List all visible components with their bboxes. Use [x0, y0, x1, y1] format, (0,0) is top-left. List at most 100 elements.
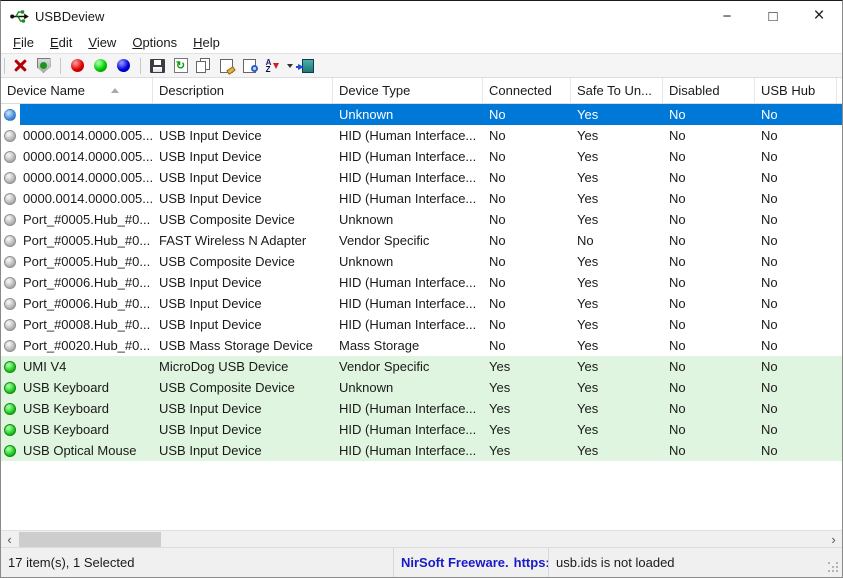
table-row[interactable]: Port_#0008.Hub_#0... USB Input Device HI…: [1, 314, 842, 335]
device-status-icon: [4, 256, 16, 268]
find-icon[interactable]: [240, 57, 259, 75]
menu-options[interactable]: Options: [124, 33, 185, 52]
table-row[interactable]: Port_#0005.Hub_#0... FAST Wireless N Ada…: [1, 230, 842, 251]
cell-safe-to-unplug: Yes: [571, 146, 663, 167]
red-ball-icon[interactable]: [68, 57, 87, 75]
cell-usb-hub: No: [755, 188, 837, 209]
cell-description: USB Input Device: [153, 188, 333, 209]
table-row[interactable]: 0000.0014.0000.005... USB Input Device H…: [1, 146, 842, 167]
table-row[interactable]: USB Optical Mouse USB Input Device HID (…: [1, 440, 842, 461]
refresh-icon[interactable]: [171, 57, 190, 75]
column-device-name[interactable]: Device Name: [1, 78, 153, 103]
cell-device-name: USB Keyboard: [20, 398, 153, 419]
cell-device-name: 0000.0014.0000.005...: [20, 188, 153, 209]
shield-icon[interactable]: [34, 57, 53, 75]
cell-safe-to-unplug: Yes: [571, 377, 663, 398]
cell-usb-hub: No: [755, 146, 837, 167]
menu-view[interactable]: View: [80, 33, 124, 52]
device-status-icon: [4, 361, 16, 373]
table-row[interactable]: 0000.0014.0000.005... USB Input Device H…: [1, 188, 842, 209]
table-row[interactable]: Port_#0006.Hub_#0... USB Input Device HI…: [1, 293, 842, 314]
table-row[interactable]: USB Keyboard USB Input Device HID (Human…: [1, 419, 842, 440]
table-row[interactable]: UMI V4 MicroDog USB Device Vendor Specif…: [1, 356, 842, 377]
cell-device-name: 0000.0014.0000.005...: [20, 146, 153, 167]
sort-dropdown-icon[interactable]: [287, 64, 293, 68]
cell-usb-hub: No: [755, 251, 837, 272]
cell-safe-to-unplug: Yes: [571, 272, 663, 293]
cell-usb-hub: No: [755, 440, 837, 461]
table-row[interactable]: Port_#0006.Hub_#0... USB Input Device HI…: [1, 272, 842, 293]
cell-description: USB Input Device: [153, 167, 333, 188]
table-row[interactable]: 0000.0014.0000.005... USB Input Device H…: [1, 125, 842, 146]
cell-device-name: 0000.0014.0000.005...: [20, 125, 153, 146]
cell-device-type: HID (Human Interface...: [333, 398, 483, 419]
nirsoft-url-link[interactable]: https://www.nirsoft.net: [514, 555, 548, 570]
cell-description: USB Input Device: [153, 419, 333, 440]
cell-description: USB Composite Device: [153, 251, 333, 272]
column-partial[interactable]: D: [837, 78, 843, 103]
table-row[interactable]: USB Keyboard USB Input Device HID (Human…: [1, 398, 842, 419]
maximize-button[interactable]: [750, 1, 796, 31]
cell-description: USB Input Device: [153, 272, 333, 293]
cell-disabled: No: [663, 293, 755, 314]
table-row[interactable]: USB Keyboard USB Composite Device Unknow…: [1, 377, 842, 398]
cell-connected: No: [483, 167, 571, 188]
cell-device-name: Port_#0005.Hub_#0...: [20, 209, 153, 230]
column-connected[interactable]: Connected: [483, 78, 571, 103]
blue-ball-icon[interactable]: [114, 57, 133, 75]
table-row[interactable]: Unknown No Yes No No: [1, 104, 842, 125]
column-usb-hub[interactable]: USB Hub: [755, 78, 837, 103]
usbdeview-window: USBDeview File Edit View Options Help AZ: [0, 0, 843, 578]
sort-az-icon[interactable]: AZ: [263, 57, 282, 75]
delete-icon[interactable]: [11, 57, 30, 75]
cell-connected: Yes: [483, 377, 571, 398]
horizontal-scrollbar[interactable]: [1, 530, 842, 547]
cell-usb-hub: No: [755, 419, 837, 440]
cell-device-type: HID (Human Interface...: [333, 314, 483, 335]
toolbar-separator: [140, 58, 141, 74]
green-ball-icon[interactable]: [91, 57, 110, 75]
cell-device-name: USB Keyboard: [20, 419, 153, 440]
scroll-right-icon[interactable]: [825, 531, 842, 547]
table-row[interactable]: Port_#0005.Hub_#0... USB Composite Devic…: [1, 209, 842, 230]
save-icon[interactable]: [148, 57, 167, 75]
resize-grip-icon[interactable]: [827, 562, 838, 573]
scroll-left-icon[interactable]: [1, 531, 18, 547]
column-description[interactable]: Description: [153, 78, 333, 103]
cell-connected: No: [483, 188, 571, 209]
device-status-icon: [4, 214, 16, 226]
cell-device-type: HID (Human Interface...: [333, 125, 483, 146]
menu-file[interactable]: File: [5, 33, 42, 52]
device-status-icon: [4, 172, 16, 184]
cell-description: USB Input Device: [153, 125, 333, 146]
cell-description: FAST Wireless N Adapter: [153, 230, 333, 251]
minimize-button[interactable]: [704, 1, 750, 31]
device-status-icon: [4, 298, 16, 310]
menu-help[interactable]: Help: [185, 33, 228, 52]
close-button[interactable]: [796, 1, 842, 31]
cell-usb-hub: No: [755, 377, 837, 398]
column-device-type[interactable]: Device Type: [333, 78, 483, 103]
column-disabled[interactable]: Disabled: [663, 78, 755, 103]
table-row[interactable]: 0000.0014.0000.005... USB Input Device H…: [1, 167, 842, 188]
cell-device-name: Port_#0008.Hub_#0...: [20, 314, 153, 335]
table-row[interactable]: Port_#0020.Hub_#0... USB Mass Storage De…: [1, 335, 842, 356]
cell-safe-to-unplug: Yes: [571, 440, 663, 461]
cell-connected: No: [483, 104, 571, 125]
column-safe-to-unplug[interactable]: Safe To Un...: [571, 78, 663, 103]
copy-icon[interactable]: [194, 57, 213, 75]
table-row[interactable]: Port_#0005.Hub_#0... USB Composite Devic…: [1, 251, 842, 272]
cell-device-type: HID (Human Interface...: [333, 440, 483, 461]
cell-disabled: No: [663, 209, 755, 230]
cell-connected: No: [483, 314, 571, 335]
properties-icon[interactable]: [217, 57, 236, 75]
scrollbar-thumb[interactable]: [19, 532, 161, 547]
menu-bar: File Edit View Options Help: [1, 31, 842, 53]
cell-usb-hub: No: [755, 125, 837, 146]
device-status-icon: [4, 403, 16, 415]
menu-edit[interactable]: Edit: [42, 33, 80, 52]
cell-safe-to-unplug: Yes: [571, 335, 663, 356]
cell-description: USB Input Device: [153, 146, 333, 167]
exit-icon[interactable]: [298, 57, 317, 75]
title-bar: USBDeview: [1, 1, 842, 31]
